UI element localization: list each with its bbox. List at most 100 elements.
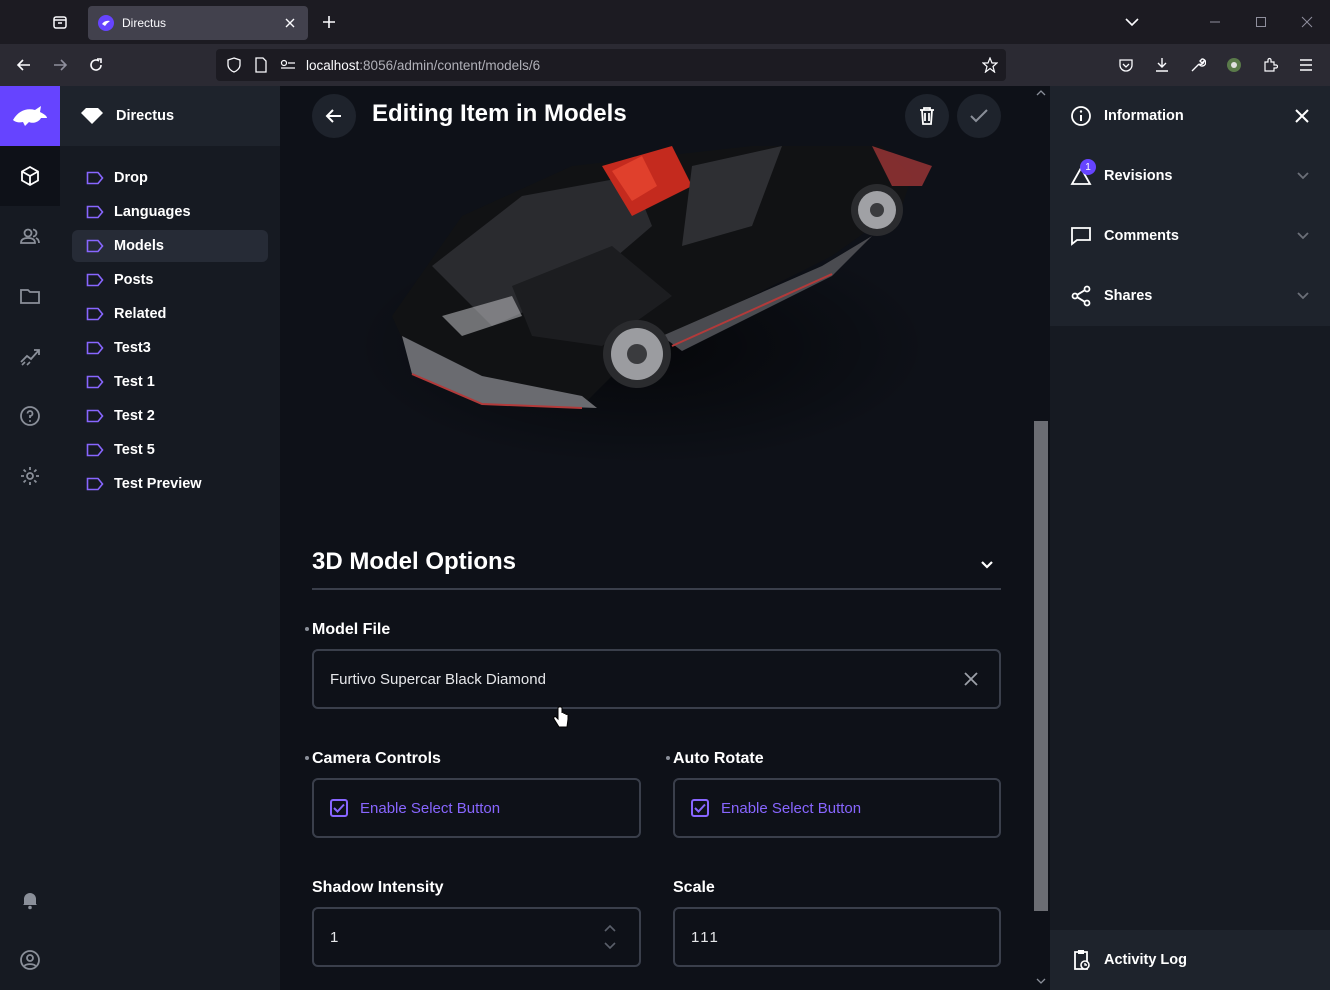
- info-icon: [1071, 106, 1091, 126]
- arrow-back-icon: [325, 109, 341, 123]
- label-icon: [86, 443, 104, 457]
- page-title: Editing Item in Models: [372, 100, 627, 127]
- sidebar-information[interactable]: Information: [1050, 86, 1330, 146]
- insights-module-icon[interactable]: [0, 326, 60, 386]
- label-icon: [86, 205, 104, 219]
- url-text[interactable]: localhost:8056/admin/content/models/6: [306, 58, 540, 73]
- url-bar[interactable]: localhost:8056/admin/content/models/6: [216, 49, 1006, 81]
- bookmark-star-icon[interactable]: [982, 57, 998, 73]
- clear-icon[interactable]: [963, 671, 979, 687]
- check-icon: [970, 109, 988, 123]
- 3d-model-viewer[interactable]: [312, 146, 1002, 526]
- sidebar-revisions[interactable]: 1 Revisions: [1050, 146, 1330, 206]
- collection-item-models[interactable]: Models: [72, 230, 268, 262]
- forward-icon[interactable]: [48, 53, 72, 77]
- main-scrollbar[interactable]: [1032, 86, 1050, 990]
- browser-tab-bar: Directus: [0, 0, 1330, 44]
- directus-logo-icon[interactable]: [0, 86, 60, 146]
- delete-button[interactable]: [905, 94, 949, 138]
- scale-input[interactable]: 111: [673, 907, 1001, 967]
- scale-value: 111: [691, 928, 720, 946]
- reload-icon[interactable]: [84, 53, 108, 77]
- main-content: Editing Item in Models 3D Model Options …: [280, 86, 1050, 990]
- clipboard-clock-icon: [1074, 950, 1090, 970]
- save-button[interactable]: [957, 94, 1001, 138]
- checkbox-label: Enable Select Button: [721, 799, 862, 817]
- permissions-icon[interactable]: [280, 59, 296, 71]
- collection-item-test-1[interactable]: Test 1: [72, 366, 268, 398]
- sidebar-label: Activity Log: [1104, 952, 1187, 968]
- project-logo-icon: [81, 108, 103, 124]
- label-icon: [86, 239, 104, 253]
- label-icon: [86, 341, 104, 355]
- stepper-icon[interactable]: [603, 923, 617, 951]
- auto-rotate-label: Auto Rotate: [673, 750, 764, 767]
- trash-icon: [920, 107, 934, 125]
- sidebar-label: Comments: [1104, 228, 1179, 244]
- sidebar-comments[interactable]: Comments: [1050, 206, 1330, 266]
- directus-favicon-icon: [98, 15, 114, 31]
- sidebar-label: Shares: [1104, 288, 1153, 304]
- collection-label: Posts: [114, 272, 154, 288]
- sidebar-label: Information: [1104, 108, 1184, 124]
- auto-rotate-checkbox[interactable]: Enable Select Button: [673, 778, 1001, 838]
- model-file-field[interactable]: Furtivo Supercar Black Diamond: [312, 649, 1001, 709]
- collection-label: Languages: [114, 204, 191, 220]
- user-account-icon[interactable]: [0, 930, 60, 990]
- camera-controls-checkbox[interactable]: Enable Select Button: [312, 778, 641, 838]
- group-3d-model-options[interactable]: 3D Model Options: [312, 548, 1001, 590]
- maximize-icon[interactable]: [1251, 12, 1271, 32]
- new-tab-icon[interactable]: [318, 11, 340, 33]
- pocket-icon[interactable]: [1114, 53, 1138, 77]
- help-module-icon[interactable]: [0, 386, 60, 446]
- extensions-icon[interactable]: [1258, 53, 1282, 77]
- project-header[interactable]: Directus: [60, 86, 280, 146]
- required-indicator: [305, 756, 309, 760]
- close-tab-icon[interactable]: [282, 15, 298, 31]
- scroll-down-icon[interactable]: [1036, 978, 1046, 984]
- browser-tab[interactable]: Directus: [88, 6, 308, 40]
- scroll-up-icon[interactable]: [1036, 90, 1046, 96]
- sidebar-activity-log[interactable]: Activity Log: [1050, 930, 1330, 990]
- files-module-icon[interactable]: [0, 266, 60, 326]
- tab-title: Directus: [122, 16, 167, 30]
- sidebar-shares[interactable]: Shares: [1050, 266, 1330, 326]
- wrench-icon[interactable]: [1186, 53, 1210, 77]
- list-all-tabs-icon[interactable]: [1122, 12, 1142, 32]
- checkbox-checked-icon: [330, 799, 348, 817]
- back-button[interactable]: [312, 94, 356, 138]
- collection-label: Test3: [114, 340, 151, 356]
- close-window-icon[interactable]: [1297, 12, 1317, 32]
- label-icon: [86, 307, 104, 321]
- shield-icon[interactable]: [226, 57, 242, 73]
- back-icon[interactable]: [12, 53, 36, 77]
- collection-item-related[interactable]: Related: [72, 298, 268, 330]
- collection-item-posts[interactable]: Posts: [72, 264, 268, 296]
- shadow-intensity-value: 1: [330, 928, 339, 946]
- settings-module-icon[interactable]: [0, 446, 60, 506]
- shadow-intensity-input[interactable]: 1: [312, 907, 641, 967]
- menu-icon[interactable]: [1294, 53, 1318, 77]
- users-module-icon[interactable]: [0, 206, 60, 266]
- page-icon: [254, 57, 268, 73]
- checkbox-label: Enable Select Button: [360, 799, 501, 817]
- tab-manager-icon[interactable]: [48, 10, 72, 34]
- collection-label: Drop: [114, 170, 148, 186]
- downloads-icon[interactable]: [1150, 53, 1174, 77]
- collection-item-test3[interactable]: Test3: [72, 332, 268, 364]
- collection-label: Test Preview: [114, 476, 202, 492]
- extension-avatar-icon[interactable]: [1222, 53, 1246, 77]
- label-icon: [86, 409, 104, 423]
- collection-item-languages[interactable]: Languages: [72, 196, 268, 228]
- collection-item-drop[interactable]: Drop: [72, 162, 268, 194]
- collection-item-test-preview[interactable]: Test Preview: [72, 468, 268, 500]
- checkbox-checked-icon: [691, 799, 709, 817]
- minimize-icon[interactable]: [1205, 12, 1225, 32]
- collection-item-test-5[interactable]: Test 5: [72, 434, 268, 466]
- notifications-bell-icon[interactable]: [0, 870, 60, 930]
- chevron-down-icon: [1296, 231, 1310, 241]
- scroll-thumb[interactable]: [1034, 421, 1048, 911]
- collection-item-test-2[interactable]: Test 2: [72, 400, 268, 432]
- content-module-icon[interactable]: [0, 146, 60, 206]
- close-sidebar-icon[interactable]: [1294, 108, 1310, 124]
